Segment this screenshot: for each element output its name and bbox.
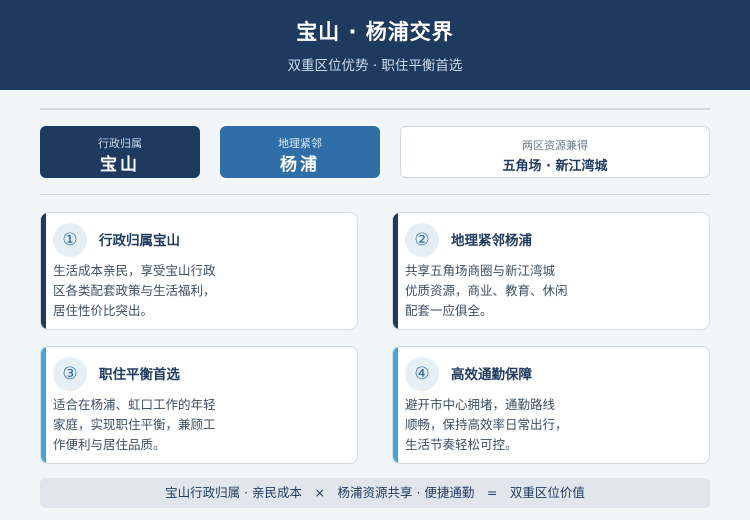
pill-admin-value: 宝山 <box>100 155 140 175</box>
card-accent-bar <box>393 213 398 329</box>
header-banner: 宝山 · 杨浦交界 双重区位优势 · 职住平衡首选 <box>0 0 750 90</box>
card-commute: ④ 高效通勤保障 避开市中心拥堵，通勤路线 顺畅，保持高效率日常出行， 生活节奏… <box>392 346 710 464</box>
number-badge-icon: ④ <box>405 357 439 391</box>
card-line: 生活成本亲民，享受宝山行政 <box>53 263 216 278</box>
page-subtitle: 双重区位优势 · 职住平衡首选 <box>287 58 463 74</box>
pill-resources-label: 两区资源兼得 <box>522 139 588 152</box>
pill-admin-label: 行政归属 <box>98 137 142 150</box>
page-title: 宝山 · 杨浦交界 <box>296 20 454 44</box>
card-accent-bar <box>41 347 46 463</box>
card-line: 顺畅，保持高效率日常出行， <box>405 417 568 432</box>
card-body: 适合在杨浦、虹口工作的年轻 家庭，实现职住平衡，兼顾工 作便利与居住品质。 <box>53 395 233 455</box>
card-line: 配套一应俱全。 <box>405 303 493 318</box>
card-line: 生活节奏轻松可控。 <box>405 437 518 452</box>
card-line: 作便利与居住品质。 <box>53 437 166 452</box>
card-line: 避开市中心拥堵，通勤路线 <box>405 397 556 412</box>
card-accent-bar <box>393 347 398 463</box>
card-body: 生活成本亲民，享受宝山行政 区各类配套政策与生活福利， 居住性价比突出。 <box>53 261 233 321</box>
card-title: 行政归属宝山 <box>99 233 180 249</box>
divider-middle <box>40 194 710 195</box>
card-line: 区各类配套政策与生活福利， <box>53 283 216 298</box>
card-body: 避开市中心拥堵，通勤路线 顺畅，保持高效率日常出行， 生活节奏轻松可控。 <box>405 395 585 455</box>
pill-resources-value: 五角场 · 新江湾城 <box>502 159 608 174</box>
card-line: 居住性价比突出。 <box>53 303 154 318</box>
card-job-housing: ③ 职住平衡首选 适合在杨浦、虹口工作的年轻 家庭，实现职住平衡，兼顾工 作便利… <box>40 346 358 464</box>
card-body: 共享五角场商圈与新江湾城 优质资源，商业、教育、休闲 配套一应俱全。 <box>405 261 585 321</box>
card-title: 高效通勤保障 <box>451 367 532 383</box>
pill-geo-label: 地理紧邻 <box>278 137 322 150</box>
divider-top <box>40 108 710 110</box>
card-accent-bar <box>41 213 46 329</box>
card-geo-yangpu: ② 地理紧邻杨浦 共享五角场商圈与新江湾城 优质资源，商业、教育、休闲 配套一应… <box>392 212 710 330</box>
pill-resources: 两区资源兼得 五角场 · 新江湾城 <box>400 126 710 178</box>
pill-admin: 行政归属 宝山 <box>40 126 200 178</box>
number-badge-icon: ② <box>405 223 439 257</box>
card-line: 适合在杨浦、虹口工作的年轻 <box>53 397 216 412</box>
number-badge-icon: ① <box>53 223 87 257</box>
card-title: 地理紧邻杨浦 <box>451 233 532 249</box>
summary-footer: 宝山行政归属 · 亲民成本 × 杨浦资源共享 · 便捷通勤 = 双重区位价值 <box>40 478 710 508</box>
card-line: 优质资源，商业、教育、休闲 <box>405 283 568 298</box>
pill-geo-value: 杨浦 <box>280 155 320 175</box>
pill-geo: 地理紧邻 杨浦 <box>220 126 380 178</box>
card-line: 家庭，实现职住平衡，兼顾工 <box>53 417 216 432</box>
card-admin-baoshan: ① 行政归属宝山 生活成本亲民，享受宝山行政 区各类配套政策与生活福利， 居住性… <box>40 212 358 330</box>
card-title: 职住平衡首选 <box>99 367 180 383</box>
number-badge-icon: ③ <box>53 357 87 391</box>
card-line: 共享五角场商圈与新江湾城 <box>405 263 556 278</box>
